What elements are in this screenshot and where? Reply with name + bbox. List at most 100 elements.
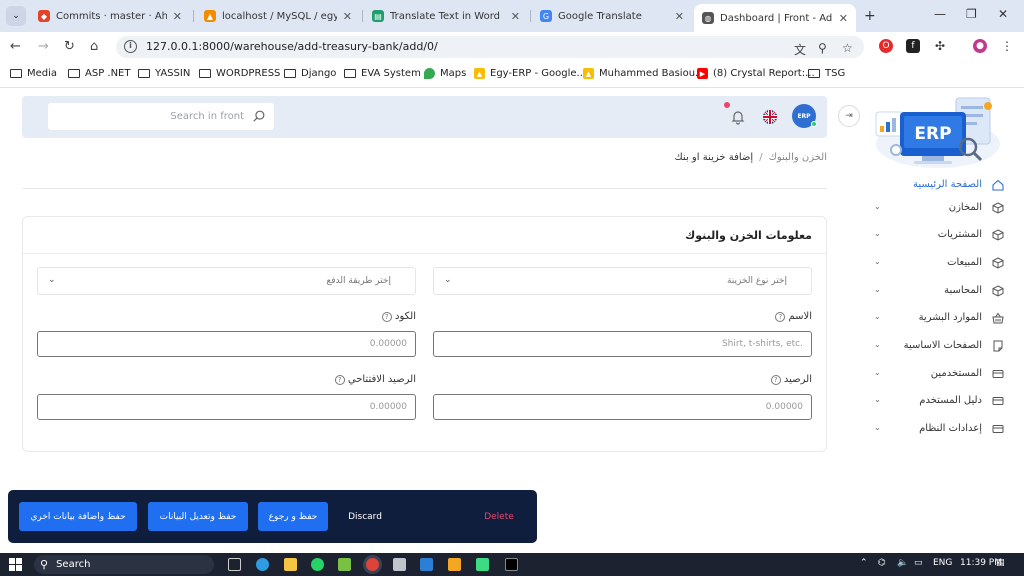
- breadcrumb-link-treasury[interactable]: الخزن والبنوك: [769, 152, 827, 163]
- sidebar-item-hr[interactable]: الموارد البشرية ⌄: [862, 309, 1012, 329]
- battery-icon[interactable]: ▭: [914, 558, 923, 568]
- task-view-icon[interactable]: [228, 558, 241, 571]
- sidebar-item-users[interactable]: المستخدمين ⌄: [862, 365, 1012, 385]
- opera-extension-icon[interactable]: O: [879, 39, 893, 53]
- front-search-input[interactable]: [54, 108, 244, 125]
- sidebar-item-sales[interactable]: المبيعات ⌄: [862, 254, 1012, 274]
- app-page: ERP ⇥ الخزن والبنوك/إضافة خزينة او بنك م…: [0, 88, 1024, 553]
- sidebar-item-system-settings[interactable]: إعدادات النظام ⌄: [862, 420, 1012, 440]
- bell-icon[interactable]: [730, 109, 746, 125]
- chevron-down-icon: ⌄: [874, 312, 881, 321]
- terminal-icon[interactable]: [505, 558, 518, 571]
- network-icon[interactable]: ⌬: [878, 558, 886, 568]
- code-input[interactable]: [37, 331, 416, 357]
- front-search-box[interactable]: [48, 103, 274, 130]
- vscode-icon[interactable]: [420, 558, 433, 571]
- treasury-type-select[interactable]: إختر نوع الخزينة ⌄: [433, 267, 812, 295]
- save-and-add-another-button[interactable]: حفظ واضافة بيانات اخري: [19, 502, 137, 531]
- search-icon[interactable]: [252, 109, 266, 123]
- payment-method-select[interactable]: إختر طريقة الدفع ⌄: [37, 267, 416, 295]
- help-icon[interactable]: ?: [775, 312, 786, 322]
- sidebar-collapse-icon[interactable]: ⇥: [838, 105, 860, 127]
- balance-input[interactable]: [433, 394, 812, 420]
- translate-page-icon[interactable]: 文: [794, 41, 806, 58]
- bookmark-media[interactable]: Media: [10, 68, 57, 79]
- close-icon[interactable]: ✕: [675, 10, 684, 23]
- delete-button[interactable]: Delete: [474, 502, 524, 531]
- font-extension-icon[interactable]: f: [906, 39, 920, 53]
- tab-search-chevron-icon[interactable]: ⌄: [6, 6, 26, 26]
- folder-icon[interactable]: [448, 558, 461, 571]
- profile-avatar-icon[interactable]: ●: [973, 39, 987, 53]
- bookmark-django[interactable]: Django: [284, 68, 336, 79]
- bookmark-asp-net[interactable]: ASP .NET: [68, 68, 130, 79]
- box-icon: [992, 257, 1004, 269]
- browser-tab-dashboard[interactable]: ◍ Dashboard | Front - Admin ✕: [694, 4, 856, 32]
- browser-tab-gitlab[interactable]: ◆ Commits · master · Ahmed ✕: [30, 4, 190, 28]
- save-and-continue-edit-button[interactable]: حفظ وتعديل البيانات: [148, 502, 248, 531]
- notification-center-icon[interactable]: ▤: [996, 558, 1005, 568]
- window-close-icon[interactable]: ✕: [998, 7, 1008, 21]
- search-icon: ⚲: [40, 558, 49, 571]
- globe-icon: ◍: [702, 12, 714, 24]
- android-icon[interactable]: [476, 558, 489, 571]
- zoom-icon[interactable]: ⚲: [818, 41, 827, 55]
- bookmark-maps[interactable]: Maps: [424, 68, 466, 79]
- url-omnibox[interactable]: i 127.0.0.1:8000/warehouse/add-treasury-…: [116, 36, 864, 58]
- reload-icon[interactable]: ↻: [64, 39, 75, 54]
- bookmark-star-icon[interactable]: ☆: [842, 41, 853, 55]
- bookmark-egy-erp[interactable]: ▲ Egy-ERP - Google...: [474, 68, 586, 79]
- bookmark-yassin[interactable]: YASSIN: [138, 68, 190, 79]
- bookmark-muhammed[interactable]: ▲ Muhammed Basiou...: [583, 68, 705, 79]
- close-icon[interactable]: ✕: [511, 10, 520, 23]
- youtube-icon: ▶: [697, 68, 708, 79]
- back-icon[interactable]: ←: [10, 39, 21, 54]
- user-avatar[interactable]: ERP: [792, 104, 817, 128]
- bookmark-eva-system[interactable]: EVA System: [344, 68, 421, 79]
- language-indicator[interactable]: ENG: [933, 558, 952, 568]
- edge-icon[interactable]: [256, 558, 269, 571]
- sidebar-item-basic-pages[interactable]: الصفحات الاساسية ⌄: [862, 337, 1012, 357]
- url-text[interactable]: 127.0.0.1:8000/warehouse/add-treasury-ba…: [146, 40, 438, 53]
- sidebar-item-warehouses[interactable]: المخازن ⌄: [862, 199, 1012, 219]
- sidebar-item-user-guide[interactable]: دليل المستخدم ⌄: [862, 392, 1012, 412]
- extensions-puzzle-icon[interactable]: ✣: [933, 39, 947, 53]
- help-icon[interactable]: ?: [381, 312, 392, 322]
- name-input[interactable]: [433, 331, 812, 357]
- minimize-icon[interactable]: —: [934, 7, 946, 21]
- sidebar-item-purchases[interactable]: المشتريات ⌄: [862, 226, 1012, 246]
- bookmark-crystal-report[interactable]: ▶ (8) Crystal Report:...: [697, 68, 815, 79]
- browser-tab-translate-word[interactable]: ▤ Translate Text in Word ✕: [364, 4, 528, 28]
- sidebar-item-home[interactable]: الصفحة الرئيسية: [862, 176, 1012, 196]
- whatsapp-icon[interactable]: [311, 558, 324, 571]
- close-icon[interactable]: ✕: [839, 12, 848, 25]
- new-tab-icon[interactable]: +: [864, 8, 876, 24]
- discard-button[interactable]: Discard: [338, 502, 392, 531]
- tools-icon[interactable]: [393, 558, 406, 571]
- file-explorer-icon[interactable]: [284, 558, 297, 571]
- close-icon[interactable]: ✕: [173, 10, 182, 23]
- opening-balance-input[interactable]: [37, 394, 416, 420]
- help-icon[interactable]: ?: [334, 375, 345, 385]
- volume-icon[interactable]: 🔈: [897, 558, 908, 568]
- taskbar-search[interactable]: ⚲ Search: [34, 555, 214, 574]
- forward-icon[interactable]: →: [38, 39, 49, 54]
- tray-chevron-up-icon[interactable]: ⌃: [860, 558, 868, 568]
- windows-start-icon[interactable]: [9, 558, 22, 571]
- chrome-icon[interactable]: [366, 558, 379, 571]
- bookmark-tsg[interactable]: TSG: [808, 68, 845, 79]
- browser-menu-icon[interactable]: ⋮: [1000, 39, 1014, 53]
- close-icon[interactable]: ✕: [343, 10, 352, 23]
- home-icon[interactable]: ⌂: [90, 39, 98, 54]
- uk-flag-icon[interactable]: [763, 110, 777, 124]
- bookmark-wordpress[interactable]: WORDPRESS: [199, 68, 280, 79]
- browser-tab-phpmyadmin[interactable]: ▲ localhost / MySQL / egy-erp ✕: [196, 4, 360, 28]
- restore-icon[interactable]: ❐: [966, 7, 977, 21]
- sidebar-item-accounting[interactable]: المحاسبة ⌄: [862, 282, 1012, 302]
- help-icon[interactable]: ?: [770, 375, 781, 385]
- notes-icon[interactable]: [338, 558, 351, 571]
- browser-tab-google-translate[interactable]: G Google Translate ✕: [532, 4, 692, 28]
- site-info-icon[interactable]: i: [124, 40, 137, 53]
- save-and-return-button[interactable]: حفظ و رجوع: [258, 502, 328, 531]
- treasury-form-card: معلومات الخزن والبنوك إختر نوع الخزينة ⌄…: [22, 216, 827, 452]
